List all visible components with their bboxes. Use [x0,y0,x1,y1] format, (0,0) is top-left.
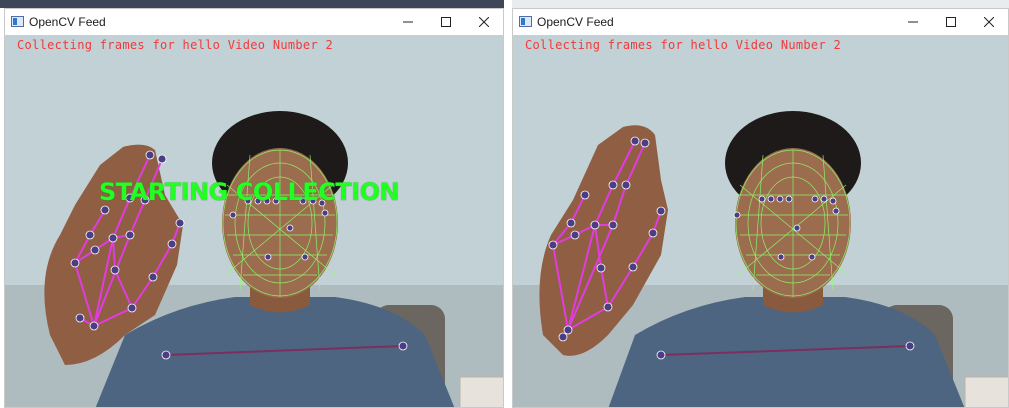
window-title: OpenCV Feed [537,15,614,29]
minimize-button[interactable] [894,9,932,35]
background-strip [512,0,1009,8]
minimize-icon [908,21,918,23]
camera-feed: Collecting frames for hello Video Number… [5,35,503,407]
starting-collection-banner: STARTING COLLECTION [99,178,400,206]
window-titlebar[interactable]: OpenCV Feed [5,9,503,35]
minimize-button[interactable] [389,9,427,35]
opencv-feed-window-right[interactable]: OpenCV Feed Collecting frames for hello … [512,8,1009,408]
window-titlebar[interactable]: OpenCV Feed [513,9,1008,35]
close-icon [479,17,489,27]
maximize-button[interactable] [932,9,970,35]
opencv-window-icon [519,16,532,27]
window-title: OpenCV Feed [29,15,106,29]
background-window-strip [0,0,504,8]
camera-frame [5,35,503,407]
opencv-window-icon [11,16,24,27]
close-button[interactable] [465,9,503,35]
wall-socket [459,376,503,407]
camera-frame [513,35,1008,407]
opencv-feed-window-left[interactable]: OpenCV Feed Collecting frames for hello … [4,8,504,408]
wall-socket [964,376,1008,407]
collection-status-text: Collecting frames for hello Video Number… [17,38,334,52]
minimize-icon [403,21,413,23]
pose-point [905,341,915,351]
close-icon [984,17,994,27]
maximize-icon [946,17,956,27]
pose-point [398,341,408,351]
camera-feed: Collecting frames for hello Video Number… [513,35,1008,407]
pose-point [656,350,666,360]
close-button[interactable] [970,9,1008,35]
collection-status-text: Collecting frames for hello Video Number… [525,38,842,52]
pose-point [161,350,171,360]
maximize-icon [441,17,451,27]
maximize-button[interactable] [427,9,465,35]
